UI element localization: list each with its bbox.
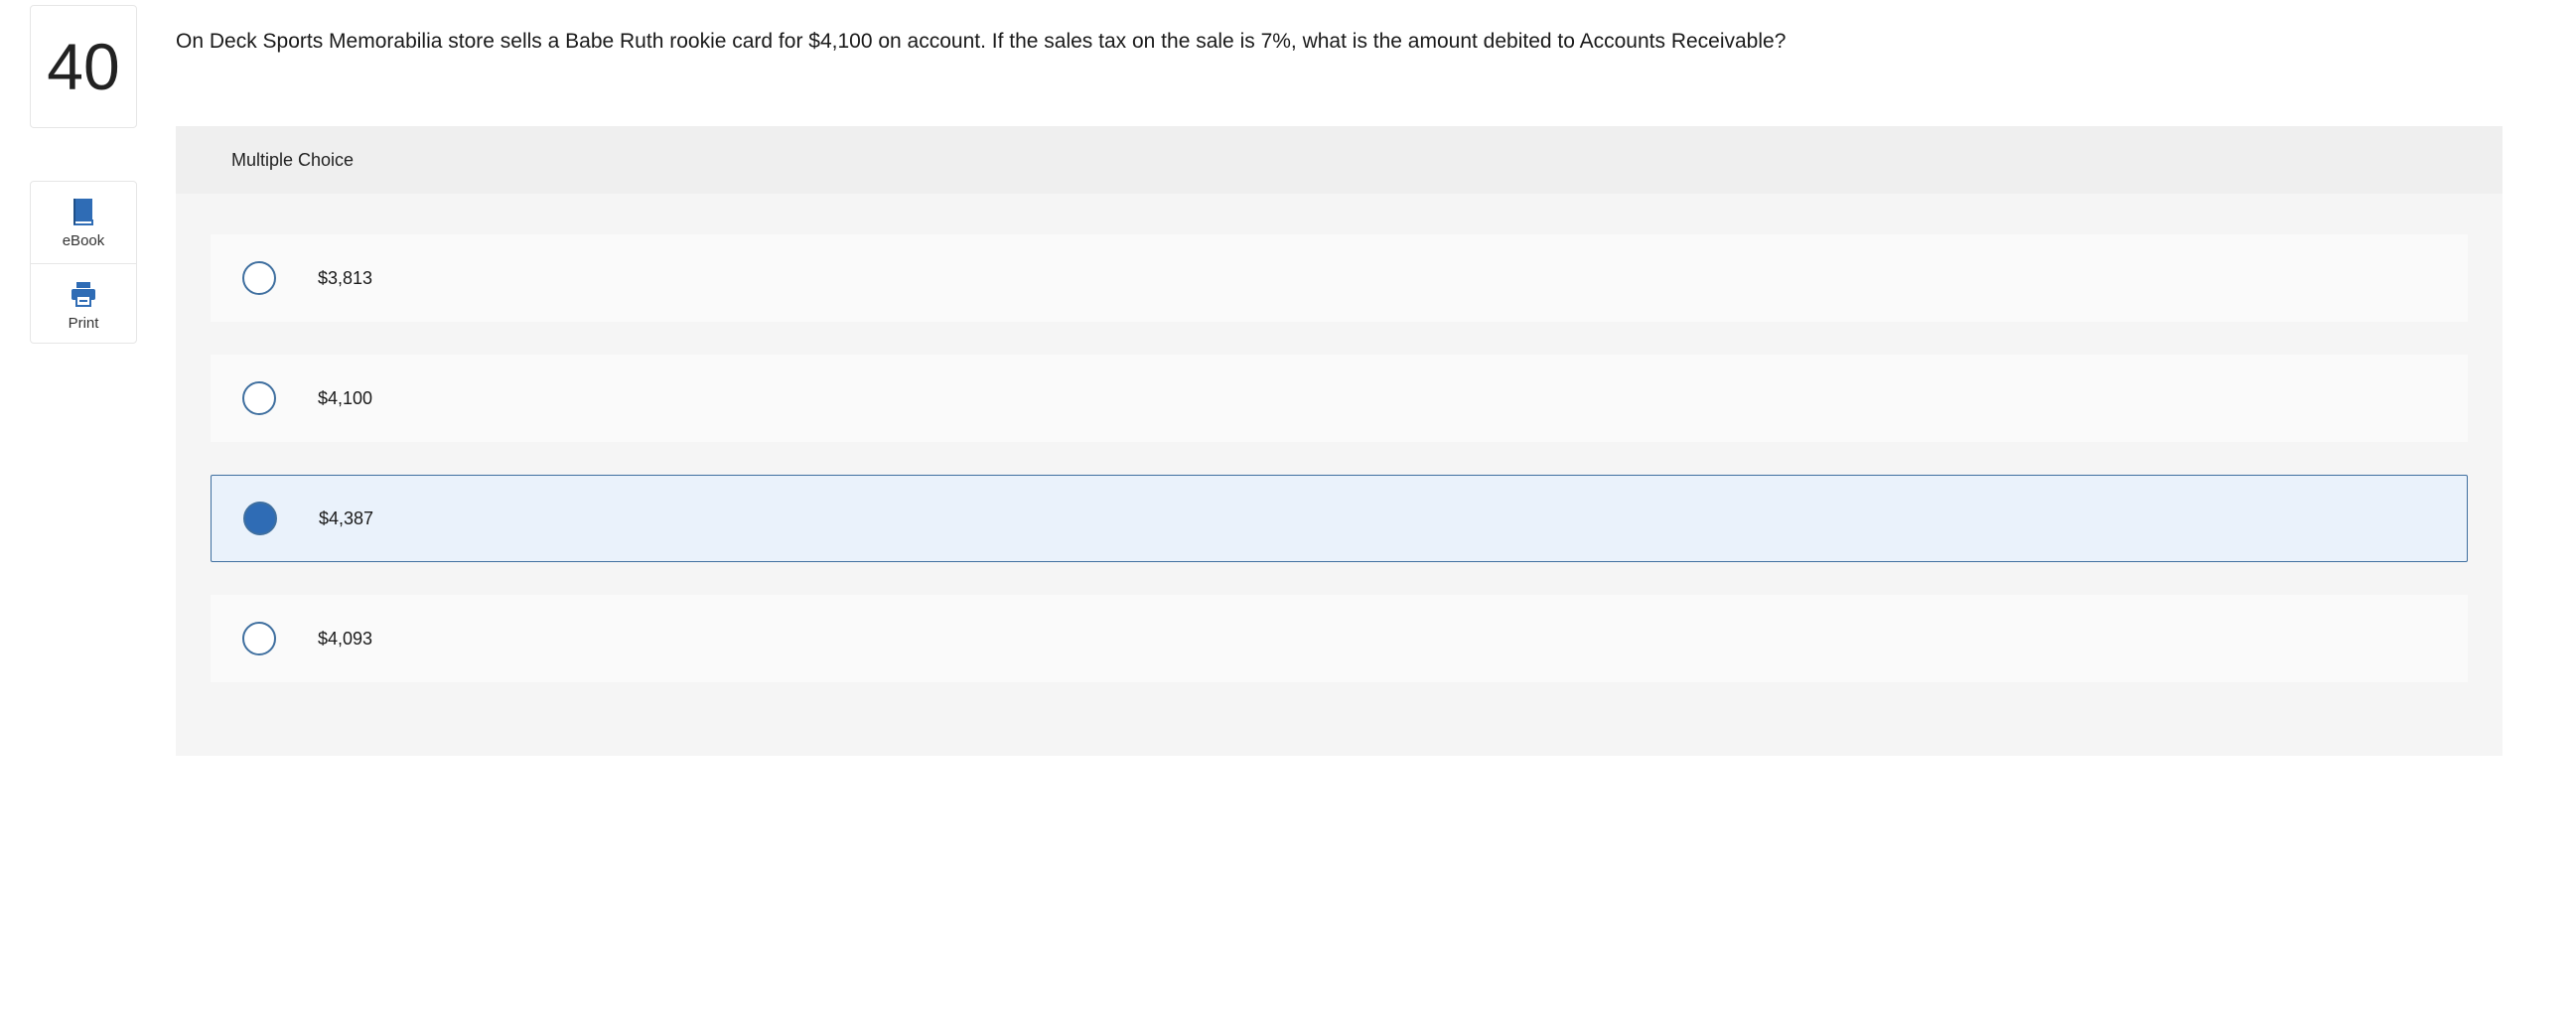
answer-option-1[interactable]: $3,813 <box>211 234 2468 322</box>
answer-option-text: $4,100 <box>318 387 373 408</box>
ebook-button[interactable]: eBook <box>31 182 136 263</box>
radio-button[interactable] <box>242 261 276 295</box>
book-icon <box>73 198 93 225</box>
ebook-label: eBook <box>62 231 105 249</box>
answer-panel: Multiple Choice $3,813 $4,100 $4,387 $4,… <box>176 126 2503 756</box>
radio-button[interactable] <box>242 381 276 415</box>
answer-type-header: Multiple Choice <box>176 126 2503 194</box>
answer-option-text: $4,093 <box>318 628 373 649</box>
print-button[interactable]: Print <box>31 263 136 346</box>
answer-option-2[interactable]: $4,100 <box>211 355 2468 442</box>
print-label: Print <box>68 314 99 332</box>
tools-panel: eBook Print <box>30 181 137 344</box>
question-text: On Deck Sports Memorabilia store sells a… <box>176 30 1787 53</box>
printer-icon <box>72 281 95 307</box>
radio-button-selected[interactable] <box>243 502 277 535</box>
answer-option-text: $4,387 <box>319 508 374 528</box>
answer-option-4[interactable]: $4,093 <box>211 595 2468 682</box>
radio-button[interactable] <box>242 622 276 655</box>
question-number: 40 <box>30 5 137 128</box>
answer-option-text: $3,813 <box>318 267 373 288</box>
answer-option-3[interactable]: $4,387 <box>211 475 2468 562</box>
